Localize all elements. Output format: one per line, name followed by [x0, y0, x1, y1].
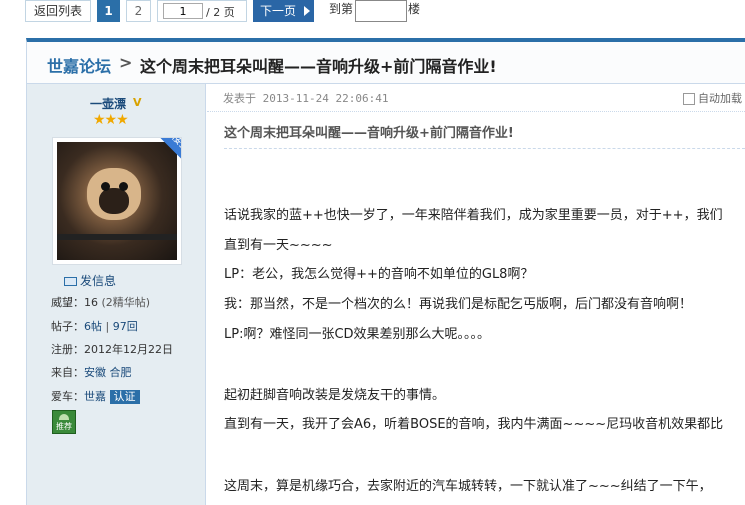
certified-badge: 认证: [109, 390, 140, 404]
recommend-icon[interactable]: 推荐: [52, 410, 76, 434]
page-jump-box: / 2 页: [157, 0, 247, 22]
goto-floor-unit: 楼: [408, 2, 421, 16]
back-to-list-button[interactable]: 返回列表: [25, 0, 91, 22]
essence-count: (2精华帖): [101, 296, 151, 309]
page-total: / 2 页: [206, 6, 235, 19]
goto-floor-input[interactable]: [355, 0, 407, 22]
next-page-button[interactable]: 下一页: [253, 0, 314, 22]
post-timestamp: 发表于 2013-11-24 22:06:41: [223, 92, 389, 105]
post-line: 直到有一天~~~~: [224, 238, 333, 253]
car-row: 爱车：世嘉 认证: [51, 388, 140, 404]
divider: [224, 148, 745, 149]
goto-floor-label: 到第: [329, 2, 354, 16]
post-line: 我：那当然，不是一个档次的么！再说我们是标配乞丐版啊，后门都没有音响啊！: [224, 297, 693, 312]
post-line: 这周末，算是机缘巧合，去家附近的汽车城转转，一下就认准了~~~纠结了一下午，: [224, 479, 712, 494]
location-row: 来自：安徽 合肥: [51, 366, 132, 379]
post-subject: 这个周末把耳朵叫醒——音响升级+前门隔音作业!: [224, 126, 514, 141]
autoload-toggle[interactable]: 自动加载: [683, 90, 742, 106]
register-row: 注册：2012年12月22日: [51, 343, 173, 356]
pagination-bar: 返回列表 1 2 / 2 页 下一页 到第 楼: [0, 0, 745, 22]
replies-count-link[interactable]: 97回: [113, 320, 138, 333]
post-meta-bar: 发表于 2013-11-24 22:06:41 自动加载: [207, 84, 745, 112]
author-name[interactable]: 一壶漂: [90, 95, 126, 112]
posts-count-link[interactable]: 6帖: [84, 320, 102, 333]
post-line: 起初赶脚音响改装是发烧友干的事情。: [224, 388, 446, 403]
post-line: 直到有一天，我开了会A6，听着BOSE的音响，我内牛满面~~~~尼玛收音机效果都…: [224, 417, 724, 432]
post-line: 话说我家的蓝++也快一岁了，一年来陪伴着我们，成为家里重要一员，对于++，我们: [224, 208, 723, 223]
thread-title[interactable]: 这个周末把耳朵叫醒——音响升级+前门隔音作业!: [140, 53, 497, 77]
thread-title-bar: 世嘉论坛 > 这个周末把耳朵叫醒——音响升级+前门隔音作业!: [26, 38, 745, 84]
page-1-button[interactable]: 1: [97, 0, 120, 22]
car-link[interactable]: 世嘉: [84, 390, 106, 403]
send-message-label: 发信息: [80, 274, 117, 288]
next-page-label: 下一页: [260, 4, 297, 18]
rank-stars: ★★★: [93, 112, 129, 128]
post-line: LP：老公，我怎么觉得++的音响不如单位的GL8啊？: [224, 267, 534, 282]
avatar[interactable]: 楼主: [52, 137, 182, 265]
breadcrumb-separator: >: [119, 53, 133, 72]
location-link[interactable]: 安徽 合肥: [84, 366, 132, 379]
pug-photo: [57, 142, 177, 260]
checkbox-icon[interactable]: [683, 93, 695, 105]
page-2-button[interactable]: 2: [126, 0, 151, 22]
send-message-link[interactable]: 发信息: [64, 272, 116, 289]
prestige-row: 威望：16 (2精华帖): [51, 296, 151, 309]
envelope-icon: [64, 277, 77, 286]
posts-row: 帖子：6帖 | 97回: [51, 320, 138, 333]
page-number-input[interactable]: [163, 3, 203, 19]
post-line: LP:啊？难怪同一张CD效果差别那么大呢。。。。: [224, 327, 491, 342]
verified-badge-icon: V: [133, 96, 142, 109]
forum-link[interactable]: 世嘉论坛: [47, 53, 111, 77]
author-sidebar: 一壶漂 V ★★★ 楼主 发信息 威望：16 (2精华帖) 帖子：6帖 | 97…: [26, 84, 206, 505]
arrow-right-icon: [304, 6, 310, 16]
